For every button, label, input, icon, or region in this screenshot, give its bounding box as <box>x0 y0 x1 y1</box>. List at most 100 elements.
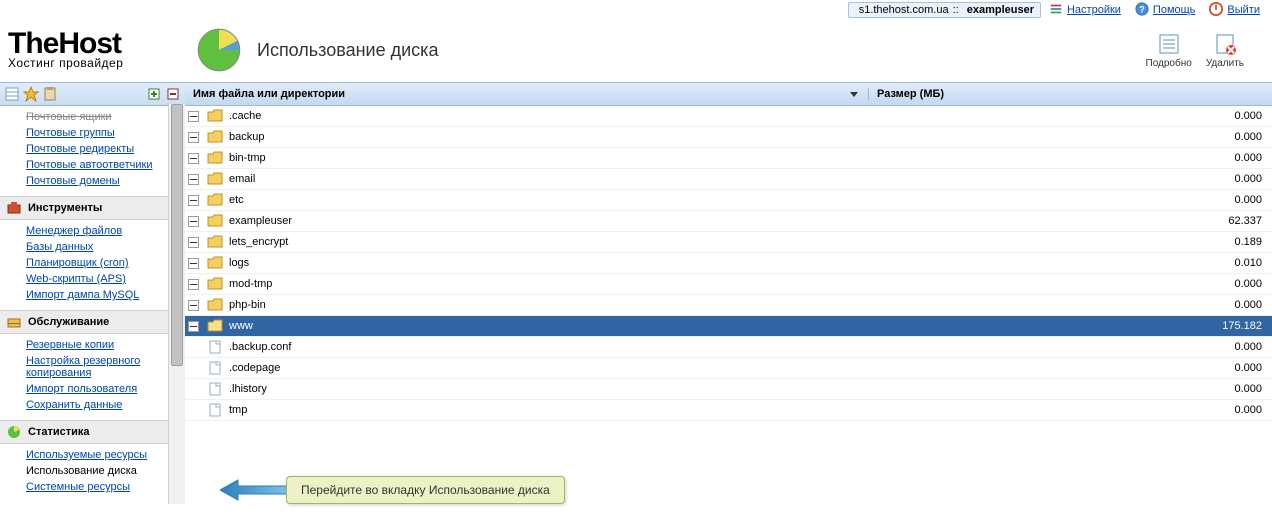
sidebar-item[interactable]: Почтовые домены <box>26 175 120 187</box>
expand-icon[interactable] <box>185 195 201 206</box>
row-size: 0.000 <box>866 110 1272 122</box>
row-size: 175.182 <box>866 320 1272 332</box>
help-icon: ? <box>1135 2 1149 19</box>
sidebar-item[interactable]: Сохранить данные <box>26 399 122 411</box>
sidebar-item[interactable]: Web-скрипты (APS) <box>26 273 126 285</box>
table-row[interactable]: lets_encrypt0.189 <box>185 232 1272 253</box>
table-row[interactable]: mod-tmp0.000 <box>185 274 1272 295</box>
scrollbar-thumb[interactable] <box>171 104 183 366</box>
settings-button[interactable]: Настройки <box>1043 2 1127 19</box>
file-icon <box>207 340 223 354</box>
expand-icon[interactable] <box>185 321 201 332</box>
row-size: 0.000 <box>866 173 1272 185</box>
row-name: logs <box>229 257 866 269</box>
row-size: 0.000 <box>866 131 1272 143</box>
sidebar-item[interactable]: Планировщик (cron) <box>26 257 129 269</box>
column-name-header[interactable]: Имя файла или директории <box>185 88 868 100</box>
collapse-all-icon[interactable] <box>165 86 181 102</box>
server-name: s1.thehost.com.ua <box>859 4 949 16</box>
tree-view-icon[interactable] <box>4 86 20 102</box>
logout-button[interactable]: Выйти <box>1203 2 1266 19</box>
row-size: 0.000 <box>866 194 1272 206</box>
table-row[interactable]: bin-tmp0.000 <box>185 148 1272 169</box>
expand-icon[interactable] <box>185 258 201 269</box>
sidebar-item[interactable]: Системные ресурсы <box>26 481 130 493</box>
sidebar-group-header[interactable]: Статистика <box>0 420 185 444</box>
table-row[interactable]: tmp0.000 <box>185 400 1272 421</box>
folder-icon <box>207 130 223 144</box>
table-row[interactable]: php-bin0.000 <box>185 295 1272 316</box>
expand-icon[interactable] <box>185 237 201 248</box>
sidebar-item[interactable]: Использование диска <box>26 465 137 477</box>
table-row[interactable]: etc0.000 <box>185 190 1272 211</box>
expand-icon[interactable] <box>185 153 201 164</box>
sidebar-item[interactable]: Почтовые группы <box>26 127 115 139</box>
file-icon <box>207 403 223 417</box>
file-icon <box>207 382 223 396</box>
clipboard-icon[interactable] <box>42 86 58 102</box>
help-label[interactable]: Помощь <box>1153 4 1196 16</box>
detail-icon <box>1157 32 1181 56</box>
table-row[interactable]: email0.000 <box>185 169 1272 190</box>
user-name: exampleuser <box>967 4 1034 16</box>
settings-label[interactable]: Настройки <box>1067 4 1121 16</box>
table-row[interactable]: www175.182 <box>185 316 1272 337</box>
detail-button[interactable]: Подробно <box>1146 32 1192 69</box>
row-size: 0.000 <box>866 404 1272 416</box>
sidebar-item[interactable]: Почтовые ящики <box>26 111 112 123</box>
logo: TheHost Хостинг провайдер <box>8 30 193 70</box>
sidebar-item[interactable]: Почтовые редиректы <box>26 143 134 155</box>
delete-button[interactable]: Удалить <box>1206 32 1244 69</box>
favorite-icon[interactable] <box>23 86 39 102</box>
sidebar-item[interactable]: Менеджер файлов <box>26 225 122 237</box>
table-row[interactable]: .codepage0.000 <box>185 358 1272 379</box>
expand-icon[interactable] <box>185 174 201 185</box>
table-row[interactable]: logs0.010 <box>185 253 1272 274</box>
row-size: 0.000 <box>866 278 1272 290</box>
expand-all-icon[interactable] <box>146 86 162 102</box>
row-name: .backup.conf <box>229 341 866 353</box>
row-size: 0.000 <box>866 299 1272 311</box>
group-icon <box>6 314 22 330</box>
column-size-header[interactable]: Размер (МБ) <box>868 88 1272 100</box>
table-row[interactable]: backup0.000 <box>185 127 1272 148</box>
sidebar-item[interactable]: Используемые ресурсы <box>26 449 147 461</box>
help-button[interactable]: ? Помощь <box>1129 2 1202 19</box>
expand-icon[interactable] <box>185 300 201 311</box>
sidebar-item[interactable]: Импорт дампа MySQL <box>26 289 139 301</box>
sidebar-toolbar <box>0 82 185 106</box>
row-name: tmp <box>229 404 866 416</box>
logout-label[interactable]: Выйти <box>1227 4 1260 16</box>
expand-icon[interactable] <box>185 279 201 290</box>
expand-icon[interactable] <box>185 216 201 227</box>
sidebar-item[interactable]: Настройка резервного копирования <box>26 355 140 379</box>
svg-text:?: ? <box>1139 4 1144 14</box>
sidebar-group-header[interactable]: Инструменты <box>0 196 185 220</box>
folder-icon <box>207 277 223 291</box>
row-name: .codepage <box>229 362 866 374</box>
delete-icon <box>1213 32 1237 56</box>
expand-icon[interactable] <box>185 111 201 122</box>
hint-text: Перейдите во вкладку Использование диска <box>286 476 565 504</box>
table-row[interactable]: .cache0.000 <box>185 106 1272 127</box>
row-size: 0.010 <box>866 257 1272 269</box>
row-size: 0.000 <box>866 152 1272 164</box>
sidebar-scrollbar[interactable] <box>168 104 185 504</box>
table-row[interactable]: .lhistory0.000 <box>185 379 1272 400</box>
sidebar-group-header[interactable]: Обслуживание <box>0 310 185 334</box>
table-row[interactable]: .backup.conf0.000 <box>185 337 1272 358</box>
sidebar-item[interactable]: Резервные копии <box>26 339 114 351</box>
arrow-icon <box>220 475 290 505</box>
row-name: .lhistory <box>229 383 866 395</box>
main-panel: Имя файла или директории Размер (МБ) .ca… <box>185 82 1272 504</box>
sidebar-item[interactable]: Импорт пользователя <box>26 383 137 395</box>
sidebar-item[interactable]: Почтовые автоответчики <box>26 159 152 171</box>
top-bar: s1.thehost.com.ua :: exampleuser Настрой… <box>0 0 1272 20</box>
table-row[interactable]: exampleuser62.337 <box>185 211 1272 232</box>
folder-icon <box>207 256 223 270</box>
expand-icon[interactable] <box>185 132 201 143</box>
server-box: s1.thehost.com.ua :: exampleuser <box>848 2 1041 18</box>
sidebar-item[interactable]: Базы данных <box>26 241 93 253</box>
folder-icon <box>207 319 223 333</box>
row-size: 0.000 <box>866 362 1272 374</box>
